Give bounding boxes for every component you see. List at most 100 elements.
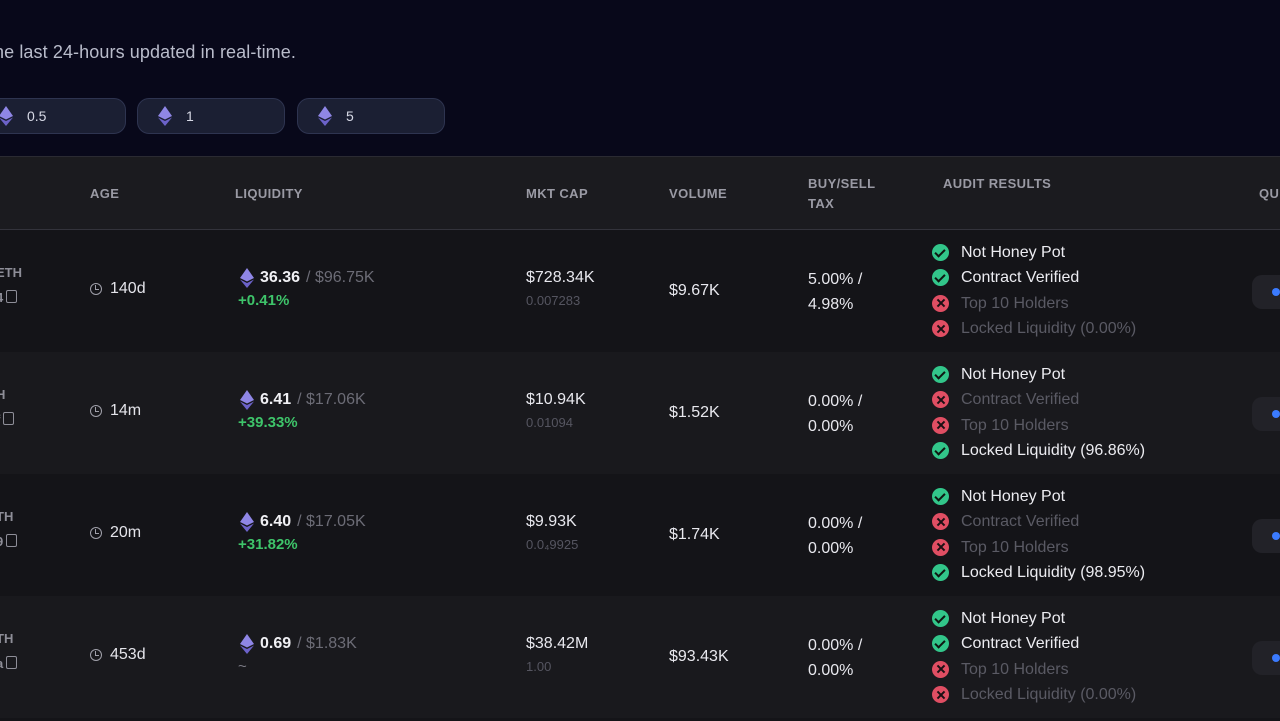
column-header-mkt-cap[interactable]: MKT CAP (526, 184, 588, 204)
clock-icon (90, 405, 102, 417)
quick-buy-button[interactable] (1252, 519, 1280, 553)
audit-top-holders: Top 10 Holders (932, 535, 1145, 560)
token-price: 1.00 (526, 659, 588, 674)
audit-label: Not Honey Pot (961, 606, 1065, 631)
column-header-audit[interactable]: AUDIT RESULTS (943, 174, 1051, 194)
audit-contract-verified: Contract Verified (932, 265, 1136, 290)
quick-buy-button[interactable] (1252, 397, 1280, 431)
audit-label: Top 10 Holders (961, 291, 1069, 316)
audit-label: Locked Liquidity (96.86%) (961, 438, 1145, 463)
pair-name-cell[interactable]: TH 9 (0, 504, 17, 554)
buy-tax: 5.00% / (808, 267, 862, 292)
age-value: 453d (110, 646, 146, 664)
buy-tax: 0.00% / (808, 389, 862, 414)
table-row[interactable]: ETH 4 140d 36.36 / $96.75K +0.41% $728.3… (0, 230, 1280, 352)
liquidity-change: +39.33% (238, 414, 366, 431)
token-price: 0.0₄9925 (526, 537, 578, 552)
clock-icon (90, 283, 102, 295)
eth-icon (318, 106, 332, 126)
audit-label: Top 10 Holders (961, 657, 1069, 682)
check-circle-icon (932, 635, 949, 652)
mkt-cap-value: $38.42M (526, 635, 588, 653)
buy-tax: 0.00% / (808, 511, 862, 536)
token-price: 0.007283 (526, 293, 595, 308)
column-header-quick[interactable]: QU (1259, 184, 1279, 204)
audit-label: Not Honey Pot (961, 484, 1065, 509)
column-header-age[interactable]: AGE (90, 184, 119, 204)
table-row[interactable]: TH a 453d 0.69 / $1.83K ~ $38.42M 1.00 $… (0, 596, 1280, 718)
liquidity-eth: 6.40 (260, 513, 291, 531)
volume-cell: $1.74K (669, 526, 720, 544)
column-header-volume[interactable]: VOLUME (669, 184, 727, 204)
liquidity-usd: / $1.83K (297, 635, 357, 653)
copy-icon[interactable] (6, 290, 17, 303)
liquidity-change: ~ (238, 658, 357, 675)
audit-label: Not Honey Pot (961, 362, 1065, 387)
clock-icon (90, 527, 102, 539)
mkt-cap-value: $10.94K (526, 391, 586, 409)
column-header-tax[interactable]: BUY/SELL TAX (808, 174, 875, 214)
amount-pill-0-5[interactable]: 0.5 (0, 98, 126, 134)
quick-buy-button[interactable] (1252, 275, 1280, 309)
audit-top-holders: Top 10 Holders (932, 413, 1145, 438)
copy-icon[interactable] (6, 534, 17, 547)
age-value: 20m (110, 524, 141, 542)
quick-buy-button[interactable] (1252, 641, 1280, 675)
check-circle-icon (932, 366, 949, 383)
age-cell: 20m (90, 524, 141, 542)
liquidity-cell: 0.69 / $1.83K ~ (240, 634, 357, 675)
amount-pill-label: 1 (186, 108, 194, 124)
amount-pill-5[interactable]: 5 (297, 98, 445, 134)
audit-honeypot: Not Honey Pot (932, 484, 1145, 509)
check-circle-icon (932, 244, 949, 261)
audit-results-cell: Not Honey Pot Contract Verified Top 10 H… (932, 606, 1136, 707)
tax-cell: 5.00% / 4.98% (808, 267, 862, 317)
table-row[interactable]: H f 14m 6.41 / $17.06K +39.33% $10.94K 0… (0, 352, 1280, 474)
liquidity-eth: 6.41 (260, 391, 291, 409)
audit-results-cell: Not Honey Pot Contract Verified Top 10 H… (932, 362, 1145, 463)
clock-icon (90, 649, 102, 661)
x-circle-icon (932, 417, 949, 434)
volume-cell: $93.43K (669, 648, 729, 666)
pair-symbol: TH (0, 504, 17, 529)
audit-locked-liquidity: Locked Liquidity (0.00%) (932, 682, 1136, 707)
age-cell: 14m (90, 402, 141, 420)
audit-honeypot: Not Honey Pot (932, 362, 1145, 387)
copy-icon[interactable] (6, 656, 17, 669)
column-header-tax-line2: TAX (808, 194, 875, 214)
eth-icon (158, 106, 172, 126)
x-circle-icon (932, 686, 949, 703)
liquidity-usd: / $17.05K (297, 513, 366, 531)
audit-label: Contract Verified (961, 387, 1079, 412)
pair-name-cell[interactable]: H f (0, 382, 14, 432)
column-header-tax-line1: BUY/SELL (808, 174, 875, 194)
tax-cell: 0.00% / 0.00% (808, 511, 862, 561)
table-row[interactable]: TH 9 20m 6.40 / $17.05K +31.82% $9.93K 0… (0, 474, 1280, 596)
x-circle-icon (932, 539, 949, 556)
copy-icon[interactable] (3, 412, 14, 425)
mkt-cap-cell: $10.94K 0.01094 (526, 391, 586, 430)
buy-tax: 0.00% / (808, 633, 862, 658)
pairs-table: AGE LIQUIDITY MKT CAP VOLUME BUY/SELL TA… (0, 156, 1280, 721)
mkt-cap-value: $9.93K (526, 513, 578, 531)
sell-tax: 0.00% (808, 658, 862, 683)
audit-contract-verified: Contract Verified (932, 631, 1136, 656)
check-circle-icon (932, 488, 949, 505)
amount-pill-label: 0.5 (27, 108, 46, 124)
column-header-liquidity[interactable]: LIQUIDITY (235, 184, 303, 204)
check-circle-icon (932, 610, 949, 627)
audit-honeypot: Not Honey Pot (932, 606, 1136, 631)
audit-locked-liquidity: Locked Liquidity (0.00%) (932, 316, 1136, 341)
age-cell: 140d (90, 280, 146, 298)
pair-name-cell[interactable]: ETH 4 (0, 260, 22, 310)
pair-name-cell[interactable]: TH a (0, 626, 17, 676)
amount-pill-1[interactable]: 1 (137, 98, 285, 134)
check-circle-icon (932, 442, 949, 459)
eth-icon (240, 268, 254, 288)
pair-address: a (0, 656, 3, 671)
x-circle-icon (932, 513, 949, 530)
audit-label: Contract Verified (961, 509, 1079, 534)
audit-contract-verified: Contract Verified (932, 509, 1145, 534)
mkt-cap-cell: $38.42M 1.00 (526, 635, 588, 674)
amount-pill-label: 5 (346, 108, 354, 124)
